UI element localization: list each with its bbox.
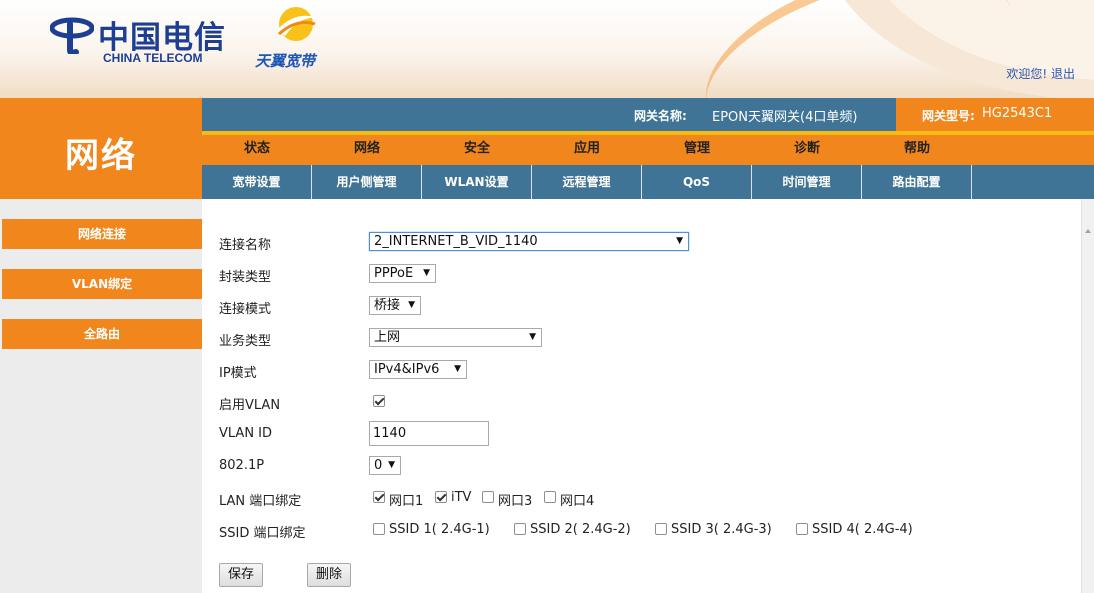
service-type-label: 业务类型 bbox=[219, 334, 272, 349]
page-header: 中国电信 CHINA TELECOM 天翼宽带 欢迎您! 退出 bbox=[0, 0, 1094, 98]
gateway-info-bar: 网关名称: EPON天翼网关(4口单频) 网关型号: HG2543C1 bbox=[202, 98, 1094, 131]
sub-menu-wlan[interactable]: WLAN设置 bbox=[422, 165, 532, 199]
scrollbar-thumb[interactable] bbox=[1084, 247, 1092, 587]
main-menu-management[interactable]: 管理 bbox=[642, 135, 752, 165]
encap-type-label: 封装类型 bbox=[219, 270, 272, 285]
connection-name-value: 2_INTERNET_B_VID_1140 bbox=[374, 234, 538, 249]
dot1p-label: 802.1P bbox=[219, 458, 265, 473]
welcome-text: 欢迎您! bbox=[1006, 67, 1048, 81]
section-title-block: 网络 bbox=[0, 98, 202, 199]
ssid-2-label: SSID 2( 2.4G-2) bbox=[530, 522, 631, 537]
sidebar-item-vlan-binding[interactable]: VLAN绑定 bbox=[2, 269, 202, 299]
connection-name-select[interactable]: 2_INTERNET_B_VID_1140 ▼ bbox=[369, 232, 689, 251]
dot1p-select[interactable]: 0 ▼ bbox=[369, 456, 401, 475]
service-type-value: 上网 bbox=[374, 330, 401, 345]
ip-mode-label: IP模式 bbox=[219, 366, 257, 381]
connection-mode-value: 桥接 bbox=[374, 298, 401, 313]
sub-brand: 天翼宽带 bbox=[255, 52, 316, 70]
gateway-name-label: 网关名称: bbox=[634, 109, 687, 123]
ssid-4-label: SSID 4( 2.4G-4) bbox=[812, 522, 913, 537]
tianyi-sun-icon bbox=[277, 7, 317, 41]
encap-type-select[interactable]: PPPoE ▼ bbox=[369, 264, 436, 283]
main-menu: 状态 网络 安全 应用 管理 诊断 帮助 bbox=[202, 135, 1094, 165]
lan-port-4-label: 网口4 bbox=[560, 494, 595, 509]
lan-bind-label: LAN 端口绑定 bbox=[219, 494, 302, 509]
ssid-3-label: SSID 3( 2.4G-3) bbox=[671, 522, 772, 537]
ssid-1-checkbox[interactable] bbox=[373, 523, 385, 535]
scroll-up-icon[interactable] bbox=[1085, 229, 1091, 233]
gateway-model-label: 网关型号: bbox=[922, 109, 975, 123]
dropdown-arrow-icon: ▼ bbox=[388, 460, 395, 470]
main-menu-help[interactable]: 帮助 bbox=[862, 135, 972, 165]
sub-menu: 宽带设置 用户侧管理 WLAN设置 远程管理 QoS 时间管理 路由配置 bbox=[202, 165, 1094, 199]
dropdown-arrow-icon: ▼ bbox=[408, 300, 415, 310]
vlan-id-label: VLAN ID bbox=[219, 426, 273, 441]
section-title: 网络 bbox=[65, 136, 137, 176]
brand-en: CHINA TELECOM bbox=[103, 51, 203, 65]
lan-port-itv-checkbox[interactable] bbox=[435, 491, 447, 503]
connection-mode-select[interactable]: 桥接 ▼ bbox=[369, 296, 421, 315]
dot1p-value: 0 bbox=[374, 458, 383, 473]
delete-button[interactable]: 删除 bbox=[307, 563, 352, 587]
ssid-4-checkbox[interactable] bbox=[796, 523, 808, 535]
dropdown-arrow-icon: ▼ bbox=[529, 332, 536, 342]
dropdown-arrow-icon: ▼ bbox=[676, 236, 683, 246]
lan-port-1-checkbox[interactable] bbox=[373, 491, 385, 503]
main-menu-network[interactable]: 网络 bbox=[312, 135, 422, 165]
china-telecom-logo: 中国电信 CHINA TELECOM bbox=[50, 12, 230, 68]
ssid-bind-label: SSID 端口绑定 bbox=[219, 526, 306, 541]
main-menu-status[interactable]: 状态 bbox=[202, 135, 312, 165]
lan-port-3-label: 网口3 bbox=[498, 494, 533, 509]
dropdown-arrow-icon: ▼ bbox=[454, 364, 461, 374]
service-type-select[interactable]: 上网 ▼ bbox=[369, 328, 542, 347]
save-button[interactable]: 保存 bbox=[219, 563, 264, 587]
gateway-model: HG2543C1 bbox=[982, 106, 1053, 121]
dropdown-arrow-icon: ▼ bbox=[423, 268, 430, 278]
lan-port-1-label: 网口1 bbox=[389, 494, 424, 509]
gateway-name: EPON天翼网关(4口单频) bbox=[712, 110, 858, 125]
main-menu-security[interactable]: 安全 bbox=[422, 135, 532, 165]
sub-menu-lan[interactable]: 用户侧管理 bbox=[312, 165, 422, 199]
main-menu-diagnostics[interactable]: 诊断 bbox=[752, 135, 862, 165]
sidebar-item-connection[interactable]: 网络连接 bbox=[2, 219, 202, 249]
ssid-3-checkbox[interactable] bbox=[655, 523, 667, 535]
main-menu-apps[interactable]: 应用 bbox=[532, 135, 642, 165]
encap-type-value: PPPoE bbox=[374, 266, 414, 281]
connection-name-label: 连接名称 bbox=[219, 238, 272, 253]
content-panel bbox=[202, 199, 1081, 593]
sub-menu-broadband[interactable]: 宽带设置 bbox=[202, 165, 312, 199]
vlan-enable-label: 启用VLAN bbox=[219, 398, 281, 413]
sub-menu-remote[interactable]: 远程管理 bbox=[532, 165, 642, 199]
gateway-model-box: 网关型号: HG2543C1 bbox=[896, 98, 1094, 131]
connection-mode-label: 连接模式 bbox=[219, 302, 272, 317]
welcome-bar: 欢迎您! 退出 bbox=[1006, 65, 1075, 82]
sub-menu-qos[interactable]: QoS bbox=[642, 165, 752, 199]
vlan-enable-checkbox[interactable] bbox=[373, 395, 385, 407]
ip-mode-select[interactable]: IPv4&IPv6 ▼ bbox=[369, 360, 467, 379]
china-telecom-mark-icon bbox=[50, 17, 94, 54]
lan-port-itv-label: iTV bbox=[451, 490, 472, 505]
lan-port-4-checkbox[interactable] bbox=[544, 491, 556, 503]
vlan-id-input[interactable] bbox=[369, 421, 489, 446]
scrollbar[interactable] bbox=[1081, 199, 1094, 593]
sub-menu-routing[interactable]: 路由配置 bbox=[862, 165, 972, 199]
ssid-1-label: SSID 1( 2.4G-1) bbox=[389, 522, 490, 537]
ip-mode-value: IPv4&IPv6 bbox=[374, 362, 440, 377]
sub-menu-time[interactable]: 时间管理 bbox=[752, 165, 862, 199]
tianyi-logo: 天翼宽带 bbox=[255, 4, 345, 70]
left-sidebar: 网络连接 VLAN绑定 全路由 bbox=[0, 199, 202, 593]
lan-port-3-checkbox[interactable] bbox=[482, 491, 494, 503]
sidebar-item-full-route[interactable]: 全路由 bbox=[2, 319, 202, 349]
logout-link[interactable]: 退出 bbox=[1051, 67, 1075, 81]
ssid-2-checkbox[interactable] bbox=[514, 523, 526, 535]
